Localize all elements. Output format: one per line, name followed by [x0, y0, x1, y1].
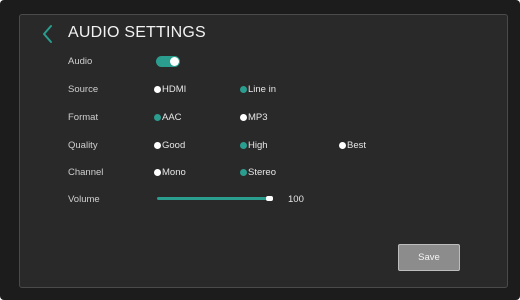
volume-slider[interactable] — [157, 194, 273, 204]
save-button[interactable]: Save — [398, 244, 460, 271]
volume-thumb[interactable] — [266, 196, 273, 201]
audio-label: Audio — [68, 56, 93, 67]
quality-option-high[interactable]: High — [240, 140, 268, 151]
option-label: High — [248, 140, 268, 151]
radio-dot — [240, 114, 247, 121]
toggle-knob — [170, 57, 179, 66]
back-button[interactable] — [37, 23, 59, 45]
option-label: MP3 — [248, 112, 268, 123]
source-option-line-in[interactable]: Line in — [240, 84, 276, 95]
radio-dot — [240, 142, 247, 149]
volume-track — [157, 197, 273, 200]
radio-dot — [154, 114, 161, 121]
option-label: Line in — [248, 84, 276, 95]
page-title: AUDIO SETTINGS — [68, 24, 206, 41]
channel-option-mono[interactable]: Mono — [154, 167, 186, 178]
quality-label: Quality — [68, 140, 98, 151]
radio-dot — [339, 142, 346, 149]
radio-dot — [240, 86, 247, 93]
format-option-mp3[interactable]: MP3 — [240, 112, 268, 123]
option-label: HDMI — [162, 84, 187, 95]
chevron-left-icon — [43, 25, 52, 43]
option-label: AAC — [162, 112, 182, 123]
option-label: Good — [162, 140, 186, 151]
audio-settings-screen: AUDIO SETTINGS Audio Source HDMI Line in… — [0, 0, 520, 300]
source-option-hdmi[interactable]: HDMI — [154, 84, 186, 95]
radio-dot — [240, 169, 247, 176]
settings-panel: AUDIO SETTINGS Audio Source HDMI Line in… — [19, 14, 508, 288]
source-label: Source — [68, 84, 99, 95]
channel-label: Channel — [68, 167, 104, 178]
audio-toggle[interactable] — [156, 56, 180, 67]
volume-value: 100 — [288, 194, 304, 205]
quality-option-best[interactable]: Best — [339, 140, 366, 151]
option-label: Stereo — [248, 167, 276, 178]
radio-dot — [154, 86, 161, 93]
quality-option-good[interactable]: Good — [154, 140, 185, 151]
channel-option-stereo[interactable]: Stereo — [240, 167, 276, 178]
format-option-aac[interactable]: AAC — [154, 112, 182, 123]
volume-label: Volume — [68, 194, 100, 205]
option-label: Best — [347, 140, 367, 151]
format-label: Format — [68, 112, 99, 123]
radio-dot — [154, 142, 161, 149]
radio-dot — [154, 169, 161, 176]
option-label: Mono — [162, 167, 186, 178]
